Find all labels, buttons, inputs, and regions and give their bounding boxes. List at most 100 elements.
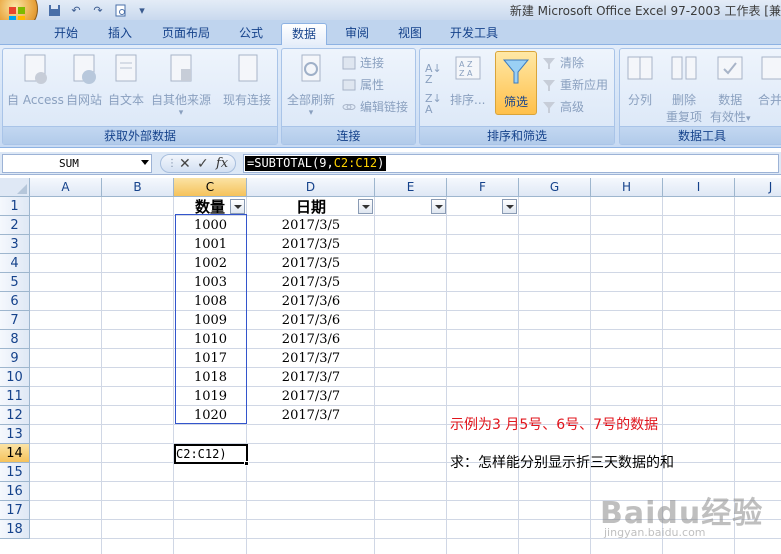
from-access-button[interactable]: 自 Access [7,53,64,108]
tab-home[interactable]: 开始 [44,23,88,45]
select-all-corner[interactable] [0,178,30,197]
row-header-1[interactable]: 1 [0,197,30,216]
autofilter-dropdown-d[interactable] [358,199,373,214]
gridline-horizontal [30,348,781,349]
row-header-8[interactable]: 8 [0,330,30,349]
dropdown-arrow-icon: ▾ [178,108,184,118]
properties-button[interactable]: 属性 [342,76,384,94]
autofilter-dropdown-c[interactable] [230,199,245,214]
tab-formulas[interactable]: 公式 [229,23,273,45]
gridline-horizontal [30,272,781,273]
cell-D2[interactable]: 2017/3/5 [247,216,375,235]
column-header-g[interactable]: G [519,178,591,197]
row-header-15[interactable]: 15 [0,463,30,482]
name-box[interactable]: SUM [2,154,152,173]
edit-links-button[interactable]: 编辑链接 [342,98,408,116]
sort-ascending-button[interactable]: A↓ Z [425,63,442,85]
column-header-h[interactable]: H [591,178,663,197]
tab-developer[interactable]: 开发工具 [440,23,508,45]
redo-icon[interactable]: ↷ [90,2,106,18]
column-header-j[interactable]: J [735,178,781,197]
cell-D1[interactable]: 日期 [296,198,326,217]
row-header-6[interactable]: 6 [0,292,30,311]
column-header-i[interactable]: I [663,178,735,197]
gridline-horizontal [30,329,781,330]
row-header-13[interactable]: 13 [0,425,30,444]
sort-az-icon: A↓ Z [425,62,442,86]
row-header-11[interactable]: 11 [0,387,30,406]
fill-handle[interactable] [244,461,249,466]
cancel-icon[interactable]: ✕ [179,156,191,172]
column-header-f[interactable]: F [447,178,519,197]
column-header-b[interactable]: B [102,178,174,197]
cell-D7[interactable]: 2017/3/6 [247,311,375,330]
watermark-url: jingyan.baidu.com [604,526,706,539]
formula-text: =SUBTOTAL(9,C2:C12) [245,156,387,171]
row-header-17[interactable]: 17 [0,501,30,520]
autofilter-dropdown-e[interactable] [431,199,446,214]
row-header-9[interactable]: 9 [0,349,30,368]
remove-duplicates-button[interactable]: 删除 重复项 [666,53,702,125]
tab-review[interactable]: 审阅 [335,23,379,45]
from-other-sources-button[interactable]: 自其他来源 ▾ [151,53,211,118]
undo-icon[interactable]: ↶ [68,2,84,18]
row-header-2[interactable]: 2 [0,216,30,235]
row-header-12[interactable]: 12 [0,406,30,425]
column-header-c[interactable]: C [174,178,247,197]
row-header-7[interactable]: 7 [0,311,30,330]
name-box-dropdown-icon[interactable] [141,160,149,165]
row-header-18[interactable]: 18 [0,520,30,539]
consolidate-button[interactable]: 合并 [756,53,781,108]
reapply-button[interactable]: 重新应用 [542,76,608,94]
row-header-3[interactable]: 3 [0,235,30,254]
text-to-columns-button[interactable]: 分列 [626,53,654,108]
cell-D12[interactable]: 2017/3/7 [247,406,375,425]
row-header-10[interactable]: 10 [0,368,30,387]
connections-button[interactable]: 连接 [342,54,384,72]
cell-D3[interactable]: 2017/3/5 [247,235,375,254]
cell-D11[interactable]: 2017/3/7 [247,387,375,406]
svg-text:Z A: Z A [459,69,473,78]
cell-D5[interactable]: 2017/3/5 [247,273,375,292]
save-icon[interactable] [46,2,62,18]
tab-view[interactable]: 视图 [388,23,432,45]
advanced-filter-button[interactable]: 高级 [542,98,584,116]
existing-connections-button[interactable]: 现有连接 [223,53,271,108]
group-connections: 全部刷新 ▾ 连接 属性 编辑链接 连接 [281,48,416,145]
formula-bar: SUM ⋮ ✕ ✓ fx =SUBTOTAL(9,C2:C12) [0,152,781,175]
cell-D6[interactable]: 2017/3/6 [247,292,375,311]
tab-page-layout[interactable]: 页面布局 [152,23,220,45]
autofilter-dropdown-f[interactable] [502,199,517,214]
column-header-d[interactable]: D [247,178,375,197]
tab-data[interactable]: 数据 [281,23,328,45]
from-web-button[interactable]: 自网站 [66,53,102,108]
other-sources-icon [170,54,192,82]
sort-descending-button[interactable]: Z↓ A [425,93,442,115]
cell-D9[interactable]: 2017/3/7 [247,349,375,368]
row-header-16[interactable]: 16 [0,482,30,501]
sort-button[interactable]: A ZZ A 排序... [450,53,485,108]
tab-insert[interactable]: 插入 [98,23,142,45]
enter-icon[interactable]: ✓ [197,156,209,172]
cell-D4[interactable]: 2017/3/5 [247,254,375,273]
refresh-all-button[interactable]: 全部刷新 ▾ [287,53,335,118]
customize-toolbar-icon[interactable]: ▾ [134,2,150,18]
from-text-button[interactable]: 自文本 [108,53,144,108]
quick-access-toolbar: ↶ ↷ ▾ [46,2,150,18]
column-header-e[interactable]: E [375,178,447,197]
fx-icon[interactable]: fx [216,156,228,172]
clear-filter-button[interactable]: 清除 [542,54,584,72]
row-header-14[interactable]: 14 [0,444,30,463]
cell-F3-note[interactable]: 示例为3 月5号、6号、7号的数据 [450,414,658,434]
cell-D8[interactable]: 2017/3/6 [247,330,375,349]
row-header-4[interactable]: 4 [0,254,30,273]
column-header-a[interactable]: A [30,178,102,197]
cell-D10[interactable]: 2017/3/7 [247,368,375,387]
active-cell-C14[interactable]: C2:C12) [174,444,248,464]
filter-button[interactable]: 筛选 [495,51,537,115]
row-header-5[interactable]: 5 [0,273,30,292]
data-validation-button[interactable]: 数据 有效性▾ [710,53,751,125]
formula-input[interactable]: =SUBTOTAL(9,C2:C12) [243,154,779,173]
print-preview-icon[interactable] [112,2,128,18]
cell-F5-question[interactable]: 求：怎样能分别显示折三天数据的和 [450,452,674,472]
